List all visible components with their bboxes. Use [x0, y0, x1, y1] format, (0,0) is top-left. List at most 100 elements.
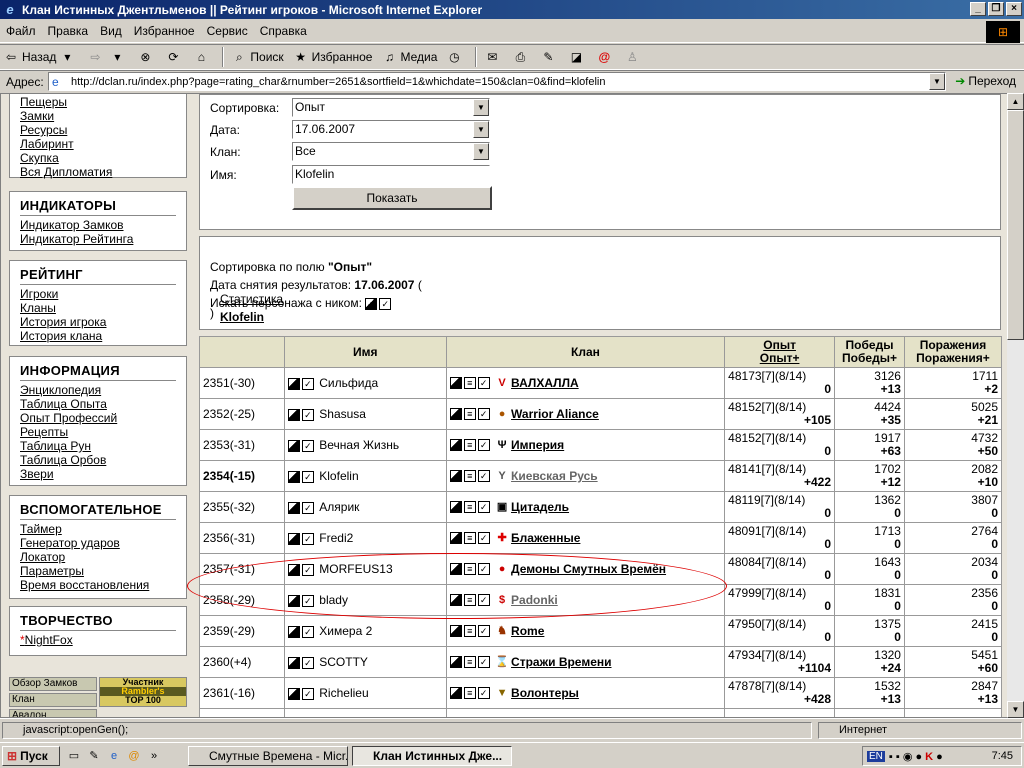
player-link[interactable]: Shasusa — [319, 407, 366, 421]
edit-button[interactable]: ✎ — [537, 49, 559, 65]
clan-select[interactable]: Все ▼ — [292, 142, 490, 161]
menu-help[interactable]: Справка — [254, 24, 313, 38]
player-link[interactable]: Richelieu — [319, 686, 368, 700]
sidebar-link[interactable]: Время восстановления — [20, 578, 186, 592]
list-icon[interactable]: ≡ — [463, 563, 476, 576]
menu-favorites[interactable]: Избранное — [128, 24, 201, 38]
sidebar-link[interactable]: История игрока — [20, 315, 186, 329]
exp-link[interactable]: 48091 — [728, 524, 761, 538]
media-button[interactable]: ♫ Медиа — [378, 49, 437, 65]
messenger-button[interactable]: ♙ — [621, 49, 643, 65]
rank-delta-link[interactable]: -32 — [234, 500, 251, 514]
rank-delta-link[interactable]: -30 — [234, 376, 251, 390]
close-button[interactable]: × — [1006, 2, 1022, 16]
sidebar-link[interactable]: Игроки — [20, 287, 186, 301]
list-icon[interactable]: ≡ — [463, 656, 476, 669]
player-link[interactable]: MORFEUS13 — [319, 562, 392, 576]
info-icon[interactable] — [449, 377, 462, 390]
rank-delta-link[interactable]: -29 — [234, 593, 251, 607]
start-button[interactable]: ⊞ Пуск — [2, 746, 60, 766]
print-button[interactable]: ⎙ — [509, 49, 531, 65]
chart-icon[interactable]: ✓ — [477, 408, 490, 421]
info-icon[interactable] — [287, 377, 300, 390]
chart-icon[interactable]: ✓ — [301, 594, 314, 607]
maximize-button[interactable]: ❐ — [988, 2, 1004, 16]
sidebar-link[interactable]: Энциклопедия — [20, 383, 186, 397]
rambler-counter[interactable]: Участник Rambler's TOP 100 — [99, 677, 187, 707]
discuss-button[interactable]: ◪ — [565, 49, 587, 65]
sidebar-link[interactable]: Опыт Профессий — [20, 411, 186, 425]
sidebar-link[interactable]: Индикатор Замков — [20, 218, 186, 232]
list-icon[interactable]: ≡ — [463, 594, 476, 607]
date-select[interactable]: 17.06.2007 ▼ — [292, 120, 490, 139]
sidebar-link[interactable]: Замки — [20, 109, 186, 123]
clan-link[interactable]: Padonki — [511, 593, 558, 607]
sidebar-link[interactable]: Кланы — [20, 301, 186, 315]
sidebar-link[interactable]: Ресурсы — [20, 123, 186, 137]
info-icon[interactable] — [449, 408, 462, 421]
chart-icon[interactable]: ✓ — [301, 408, 314, 421]
language-indicator[interactable]: EN — [867, 750, 885, 762]
info-icon[interactable] — [287, 439, 300, 452]
task-clan[interactable]: Клан Истинных Дже... — [352, 746, 512, 766]
clan-link[interactable]: Империя — [511, 438, 564, 452]
clan-link[interactable]: Rome — [511, 624, 544, 638]
sidebar-link[interactable]: Рецепты — [20, 425, 186, 439]
sidebar-link[interactable]: Таймер — [20, 522, 186, 536]
exp-link[interactable]: 47934 — [728, 648, 761, 662]
menu-view[interactable]: Вид — [94, 24, 128, 38]
rank-delta-link[interactable]: -25 — [234, 407, 251, 421]
list-icon[interactable]: ≡ — [463, 625, 476, 638]
list-icon[interactable]: ≡ — [463, 501, 476, 514]
sidebar-link[interactable]: История клана — [20, 329, 186, 343]
mail-button[interactable]: ✉ — [481, 49, 503, 65]
list-icon[interactable]: ≡ — [463, 470, 476, 483]
sidebar-link[interactable]: Таблица Орбов — [20, 453, 186, 467]
chart-icon[interactable]: ✓ — [477, 377, 490, 390]
chart-icon[interactable]: ✓ — [477, 625, 490, 638]
scroll-down-button[interactable]: ▼ — [1007, 701, 1024, 718]
exp-link[interactable]: 48152 — [728, 400, 761, 414]
exp-link[interactable]: 48141 — [728, 462, 761, 476]
info-icon[interactable] — [287, 625, 300, 638]
sidebar-link[interactable]: Параметры — [20, 564, 186, 578]
sidebar-link[interactable]: Скупка — [20, 151, 186, 165]
info-icon[interactable] — [287, 563, 300, 576]
info-icon[interactable] — [449, 687, 462, 700]
chart-icon[interactable]: ✓ — [301, 470, 314, 483]
counter-castles[interactable]: Обзор Замков — [9, 677, 97, 691]
info-icon[interactable] — [287, 687, 300, 700]
info-icon[interactable] — [449, 594, 462, 607]
chart-icon[interactable]: ✓ — [477, 594, 490, 607]
sidebar-link[interactable]: Таблица Рун — [20, 439, 186, 453]
rank-delta-link[interactable]: -16 — [234, 686, 251, 700]
address-input[interactable]: e http://dclan.ru/index.php?page=rating_… — [48, 72, 946, 91]
name-input[interactable]: Klofelin — [292, 165, 490, 184]
home-button[interactable]: ⌂ — [190, 49, 212, 65]
player-link[interactable]: SCOTTY — [319, 655, 368, 669]
menu-file[interactable]: Файл — [0, 24, 42, 38]
clan-link[interactable]: Волонтеры — [511, 686, 579, 700]
go-button[interactable]: ➔ Переход — [955, 74, 1016, 88]
chart-icon[interactable]: ✓ — [477, 439, 490, 452]
sidebar-link[interactable]: Вся Дипломатия — [20, 165, 186, 179]
clan-link[interactable]: Цитадель — [511, 500, 569, 514]
search-button[interactable]: ⌕ Поиск — [228, 49, 284, 65]
info-icon[interactable] — [287, 501, 300, 514]
favorites-button[interactable]: ★ Избранное — [290, 49, 372, 65]
info-icon[interactable] — [449, 563, 462, 576]
chart-icon[interactable]: ✓ — [301, 687, 314, 700]
info-icon[interactable] — [287, 408, 300, 421]
player-link[interactable]: Алярик — [319, 500, 359, 514]
sidebar-link[interactable]: *NightFox — [20, 633, 186, 647]
sidebar-link[interactable]: Пещеры — [20, 95, 186, 109]
player-link[interactable]: Klofelin — [319, 469, 358, 483]
clan-link[interactable]: Warrior Aliance — [511, 407, 599, 421]
chart-icon[interactable]: ✓ — [301, 377, 314, 390]
task-smutnye[interactable]: Смутные Времена - Micr... — [188, 746, 348, 766]
list-icon[interactable]: ≡ — [463, 532, 476, 545]
chart-icon[interactable]: ✓ — [477, 532, 490, 545]
exp-link[interactable]: 48173 — [728, 369, 761, 383]
sidebar-link[interactable]: Таблица Опыта — [20, 397, 186, 411]
info-icon[interactable] — [449, 532, 462, 545]
